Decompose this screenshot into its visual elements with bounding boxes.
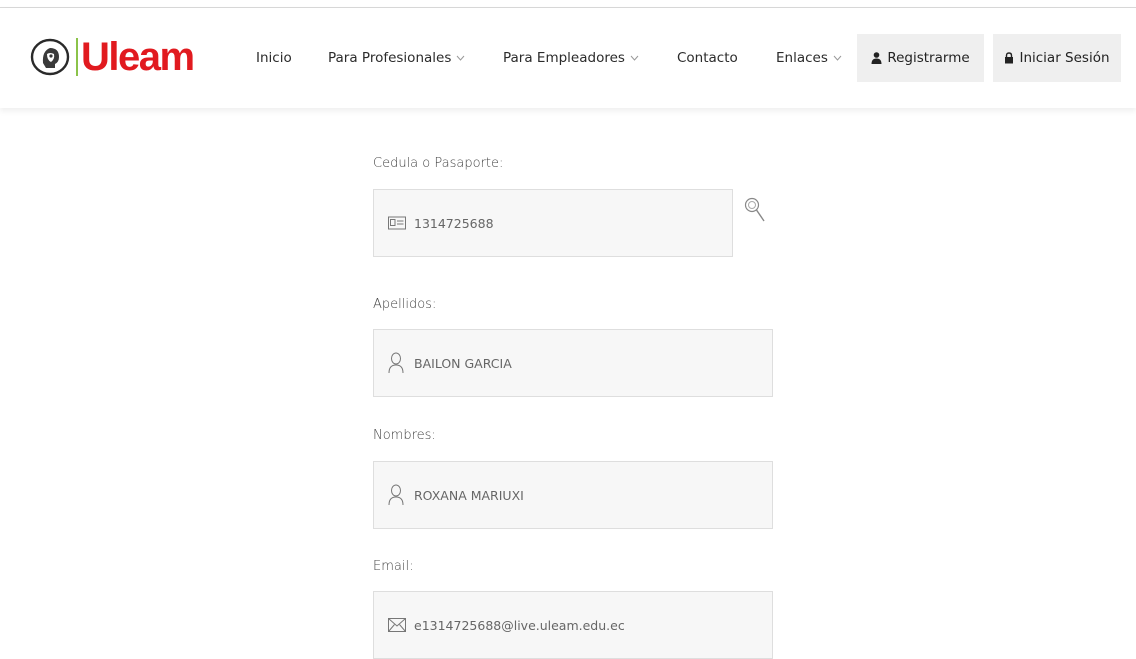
nombres-field-box <box>373 461 773 529</box>
logo-text: Uleam <box>81 35 195 79</box>
logo-emblem-icon <box>30 38 70 76</box>
apellidos-field-box <box>373 329 773 397</box>
nav-inicio-label: Inicio <box>256 50 292 66</box>
site-header: Uleam Inicio Para Profesionales Para Emp… <box>0 8 1136 108</box>
nombres-input[interactable] <box>414 462 762 528</box>
nombres-label: Nombres: <box>373 428 436 443</box>
nav-inicio[interactable]: Inicio <box>256 8 292 108</box>
user-icon <box>871 52 882 64</box>
login-button[interactable]: Iniciar Sesión <box>993 34 1121 82</box>
search-icon[interactable] <box>743 196 767 226</box>
logo-divider <box>76 38 78 76</box>
register-button[interactable]: Registrarme <box>857 34 984 82</box>
email-input[interactable] <box>414 592 762 658</box>
chevron-down-icon <box>630 55 639 61</box>
email-label: Email: <box>373 559 414 574</box>
nav-enlaces-label: Enlaces <box>776 50 828 66</box>
cedula-field-box <box>373 189 733 257</box>
cedula-input[interactable] <box>414 190 722 256</box>
chevron-down-icon <box>833 55 842 61</box>
lock-icon <box>1005 52 1014 64</box>
user-icon <box>388 484 404 506</box>
register-label: Registrarme <box>887 50 970 66</box>
nav-para-empleadores[interactable]: Para Empleadores <box>503 8 639 108</box>
nav-empleadores-label: Para Empleadores <box>503 50 625 66</box>
cedula-label: Cedula o Pasaporte: <box>373 156 504 171</box>
login-label: Iniciar Sesión <box>1019 50 1110 66</box>
id-card-icon <box>388 216 406 230</box>
nav-enlaces[interactable]: Enlaces <box>776 8 842 108</box>
uleam-logo[interactable]: Uleam <box>30 35 195 79</box>
nav-contacto-label: Contacto <box>677 50 738 66</box>
envelope-icon <box>388 618 406 632</box>
nav-profesionales-label: Para Profesionales <box>328 50 452 66</box>
apellidos-label: Apellidos: <box>373 297 437 312</box>
email-field-box <box>373 591 773 659</box>
nav-contacto[interactable]: Contacto <box>677 8 738 108</box>
apellidos-input[interactable] <box>414 330 762 396</box>
nav-para-profesionales[interactable]: Para Profesionales <box>328 8 465 108</box>
user-icon <box>388 352 404 374</box>
chevron-down-icon <box>456 55 465 61</box>
